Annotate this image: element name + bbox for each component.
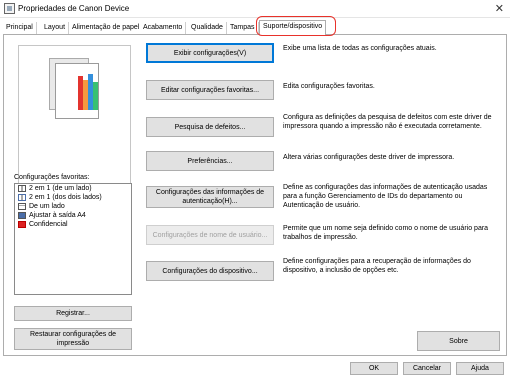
list-item[interactable]: 2 em 1 (dos dois lados) bbox=[15, 193, 131, 202]
tab-acabamento[interactable]: Acabamento bbox=[140, 22, 187, 34]
a4-fit-icon bbox=[18, 212, 26, 219]
ok-button[interactable]: OK bbox=[350, 362, 398, 375]
list-item[interactable]: 2 em 1 (de um lado) bbox=[15, 184, 131, 193]
tab-alimentacao-de-papel[interactable]: Alimentação de papel bbox=[69, 22, 144, 34]
tab-tampas[interactable]: Tampas bbox=[227, 22, 259, 34]
title-bar: Propriedades de Canon Device ✕ bbox=[0, 0, 510, 18]
paper-front-page bbox=[55, 63, 99, 119]
view-settings-button[interactable]: Exibir configurações(V) bbox=[146, 43, 274, 63]
tab-principal[interactable]: Principal bbox=[3, 22, 37, 34]
list-item[interactable]: De um lado bbox=[15, 202, 131, 211]
username-settings-button: Configurações de nome de usuário... bbox=[146, 225, 274, 245]
preferences-button[interactable]: Preferências... bbox=[146, 151, 274, 171]
printer-app-icon bbox=[4, 3, 15, 14]
auth-settings-description: Define as configurações das informações … bbox=[283, 184, 488, 209]
view-settings-description: Exibe uma lista de todas as configuraçõe… bbox=[283, 45, 437, 52]
list-item[interactable]: Confidencial bbox=[15, 220, 131, 229]
auth-settings-button[interactable]: Configurações das informações de autenti… bbox=[146, 186, 274, 208]
about-button[interactable]: Sobre bbox=[417, 331, 500, 351]
confidential-icon bbox=[18, 221, 26, 228]
username-settings-description: Permite que um nome seja definido como o… bbox=[283, 225, 489, 241]
favorites-label: Configurações favoritas: bbox=[14, 174, 90, 181]
favorites-list[interactable]: 2 em 1 (de um lado) 2 em 1 (dos dois lad… bbox=[14, 183, 132, 295]
close-icon[interactable]: ✕ bbox=[495, 2, 504, 15]
preferences-description: Altera várias configurações deste driver… bbox=[283, 154, 455, 161]
one-sided-icon bbox=[18, 203, 26, 210]
device-settings-description: Define configurações para a recuperação … bbox=[283, 258, 471, 274]
edit-favorites-button[interactable]: Editar configurações favoritas... bbox=[146, 80, 274, 100]
print-preview bbox=[18, 45, 131, 187]
device-settings-button[interactable]: Configurações do dispositivo... bbox=[146, 261, 274, 281]
window-title: Propriedades de Canon Device bbox=[18, 4, 130, 13]
two-up-icon bbox=[18, 185, 26, 192]
troubleshooting-description: Configura as definições da pesquisa de d… bbox=[283, 114, 492, 130]
troubleshooting-button[interactable]: Pesquisa de defeitos... bbox=[146, 117, 274, 137]
edit-favorites-description: Edita configurações favoritas. bbox=[283, 83, 375, 90]
list-item[interactable]: Ajustar à saída A4 bbox=[15, 211, 131, 220]
tab-layout[interactable]: Layout bbox=[41, 22, 70, 34]
register-button[interactable]: Registrar... bbox=[14, 306, 132, 321]
help-button[interactable]: Ajuda bbox=[456, 362, 504, 375]
restore-settings-button[interactable]: Restaurar configurações de impressão bbox=[14, 328, 132, 350]
cancel-button[interactable]: Cancelar bbox=[403, 362, 451, 375]
tab-panel: Configurações favoritas: 2 em 1 (de um l… bbox=[3, 34, 507, 356]
tab-qualidade[interactable]: Qualidade bbox=[188, 22, 227, 34]
two-up-duplex-icon bbox=[18, 194, 26, 201]
tab-suporte-dispositivo[interactable]: Suporte/dispositivo bbox=[259, 20, 327, 35]
tab-strip: Principal Layout Alimentação de papel Ac… bbox=[0, 20, 510, 35]
